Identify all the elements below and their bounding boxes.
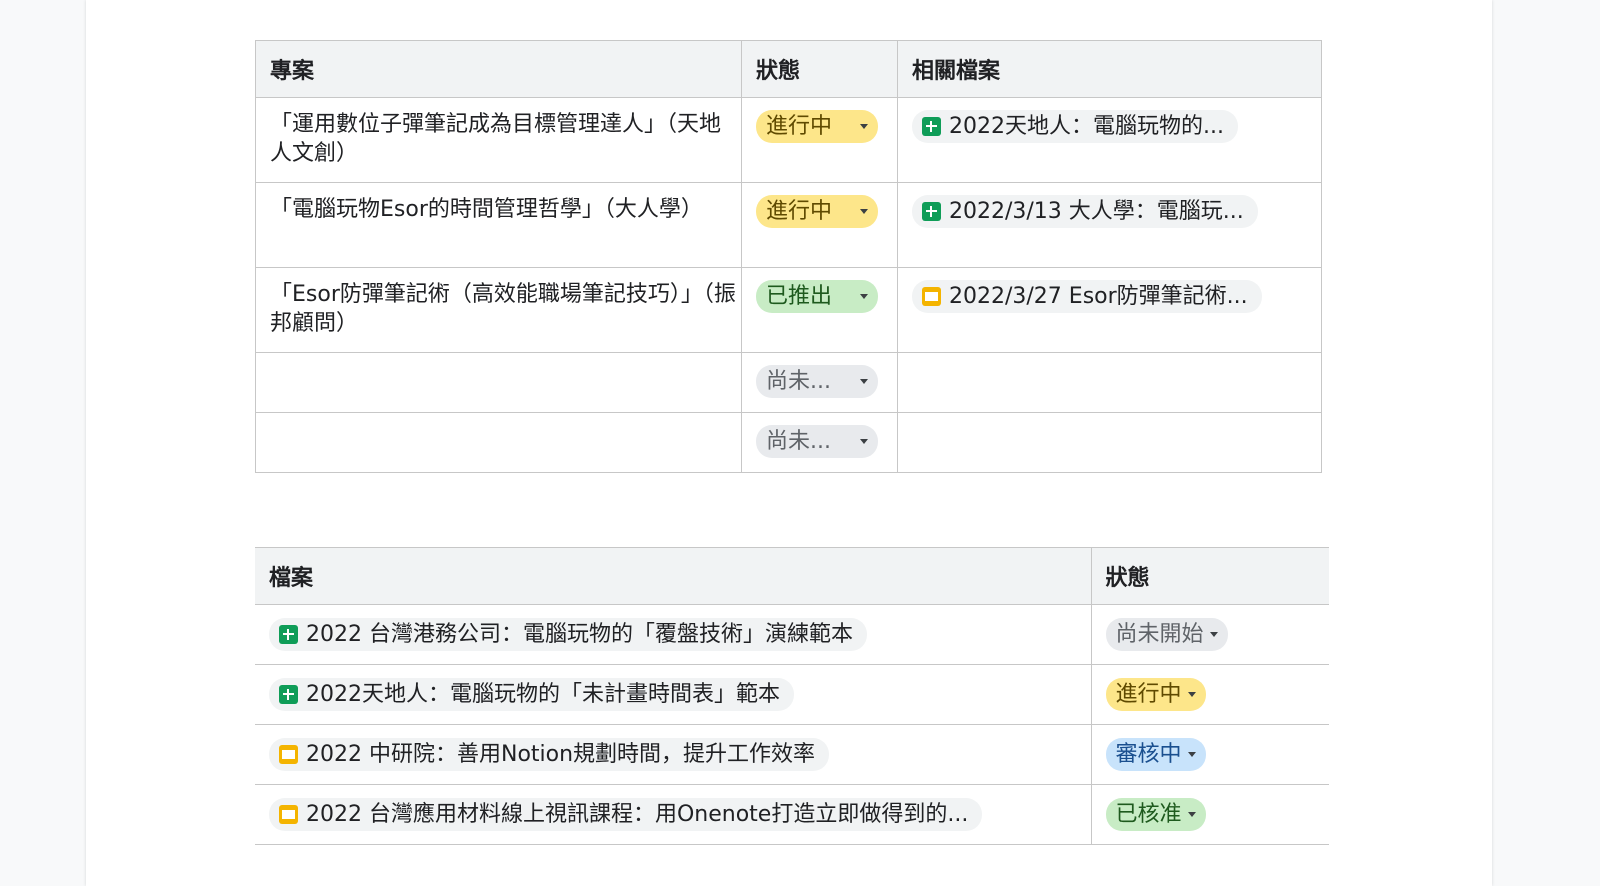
project-cell[interactable]: 「運用數位子彈筆記成為目標管理達人」（天地人文創） <box>255 97 742 183</box>
document-page: 專案 狀態 相關檔案 「運用數位子彈筆記成為目標管理達人」（天地人文創） 進行中… <box>86 0 1492 886</box>
slides-icon <box>279 805 298 824</box>
status-label: 已推出 <box>766 284 833 309</box>
file-link-chip[interactable]: 2022/3/13 大人學：電腦玩... <box>912 195 1258 228</box>
file-cell[interactable] <box>897 412 1322 473</box>
status-cell: 尚未... <box>741 412 898 473</box>
status-label: 進行中 <box>1115 682 1182 707</box>
chevron-down-icon <box>860 379 868 384</box>
table-row: 2022天地人：電腦玩物的「未計畫時間表」範本 進行中 <box>255 664 1329 725</box>
chevron-down-icon <box>860 294 868 299</box>
file-cell[interactable] <box>897 352 1322 413</box>
status-cell: 已核准 <box>1091 784 1329 845</box>
table-row: 「運用數位子彈筆記成為目標管理達人」（天地人文創） 進行中 2022天地人：電腦… <box>255 97 1322 183</box>
status-label: 尚未... <box>766 369 831 394</box>
table-row: 2022 台灣應用材料線上視訊課程：用Onenote打造立即做得到的... 已核… <box>255 784 1329 845</box>
chevron-down-icon <box>860 439 868 444</box>
status-dropdown[interactable]: 尚未開始 <box>1105 618 1228 651</box>
table-header-row: 專案 狀態 相關檔案 <box>255 40 1322 98</box>
table-row: 2022 台灣港務公司：電腦玩物的「覆盤技術」演練範本 尚未開始 <box>255 604 1329 665</box>
file-name: 2022天地人：電腦玩物的... <box>949 114 1224 139</box>
project-cell[interactable]: 「Esor防彈筆記術（高效能職場筆記技巧）」（振邦顧問） <box>255 267 742 353</box>
status-dropdown[interactable]: 進行中 <box>756 195 878 228</box>
files-table: 檔案 狀態 2022 台灣港務公司：電腦玩物的「覆盤技術」演練範本 尚未開始 2… <box>255 547 1329 845</box>
project-cell[interactable] <box>255 412 742 473</box>
status-cell: 尚未開始 <box>1091 604 1329 665</box>
file-link-chip[interactable]: 2022 台灣應用材料線上視訊課程：用Onenote打造立即做得到的... <box>269 798 983 831</box>
file-cell: 2022 台灣港務公司：電腦玩物的「覆盤技術」演練範本 <box>255 604 1092 665</box>
project-name: 「運用數位子彈筆記成為目標管理達人」（天地人文創） <box>270 112 722 166</box>
header-related-files: 相關檔案 <box>897 40 1322 98</box>
status-cell: 進行中 <box>1091 664 1329 725</box>
file-link-chip[interactable]: 2022天地人：電腦玩物的「未計畫時間表」範本 <box>269 678 794 711</box>
header-file: 檔案 <box>255 547 1092 605</box>
status-label: 尚未... <box>766 429 831 454</box>
header-project: 專案 <box>255 40 742 98</box>
file-cell: 2022/3/27 Esor防彈筆記術... <box>897 267 1322 353</box>
table-row: 尚未... <box>255 412 1322 473</box>
project-cell[interactable]: 「電腦玩物Esor的時間管理哲學」（大人學） <box>255 182 742 268</box>
file-cell: 2022 中研院：善用Notion規劃時間，提升工作效率 <box>255 724 1092 785</box>
file-link-chip[interactable]: 2022 台灣港務公司：電腦玩物的「覆盤技術」演練範本 <box>269 618 867 651</box>
file-name: 2022 中研院：善用Notion規劃時間，提升工作效率 <box>306 742 816 767</box>
file-name: 2022 台灣港務公司：電腦玩物的「覆盤技術」演練範本 <box>306 622 853 647</box>
status-dropdown[interactable]: 已核准 <box>1105 798 1206 831</box>
chevron-down-icon <box>1187 812 1196 817</box>
file-cell: 2022 台灣應用材料線上視訊課程：用Onenote打造立即做得到的... <box>255 784 1092 845</box>
status-cell: 已推出 <box>741 267 898 353</box>
file-link-chip[interactable]: 2022/3/27 Esor防彈筆記術... <box>912 280 1262 313</box>
file-link-chip[interactable]: 2022 中研院：善用Notion規劃時間，提升工作效率 <box>269 738 830 771</box>
status-dropdown[interactable]: 進行中 <box>1105 678 1206 711</box>
status-label: 進行中 <box>766 114 833 139</box>
table-row: 2022 中研院：善用Notion規劃時間，提升工作效率 審核中 <box>255 724 1329 785</box>
file-name: 2022天地人：電腦玩物的「未計畫時間表」範本 <box>306 682 780 707</box>
file-name: 2022/3/13 大人學：電腦玩... <box>949 199 1244 224</box>
header-status: 狀態 <box>741 40 898 98</box>
file-name: 2022 台灣應用材料線上視訊課程：用Onenote打造立即做得到的... <box>306 802 969 827</box>
file-cell: 2022/3/13 大人學：電腦玩... <box>897 182 1322 268</box>
chevron-down-icon <box>1209 632 1218 637</box>
project-name: 「電腦玩物Esor的時間管理哲學」（大人學） <box>270 197 703 222</box>
sheets-icon <box>279 685 298 704</box>
sheets-icon <box>922 202 941 221</box>
header-status: 狀態 <box>1091 547 1329 605</box>
status-label: 尚未開始 <box>1115 622 1204 647</box>
slides-icon <box>279 745 298 764</box>
file-cell: 2022天地人：電腦玩物的... <box>897 97 1322 183</box>
projects-table: 專案 狀態 相關檔案 「運用數位子彈筆記成為目標管理達人」（天地人文創） 進行中… <box>255 40 1322 473</box>
status-label: 進行中 <box>766 199 833 224</box>
status-dropdown[interactable]: 尚未... <box>756 425 878 458</box>
table-row: 「Esor防彈筆記術（高效能職場筆記技巧）」（振邦顧問） 已推出 2022/3/… <box>255 267 1322 353</box>
project-cell[interactable] <box>255 352 742 413</box>
file-link-chip[interactable]: 2022天地人：電腦玩物的... <box>912 110 1238 143</box>
chevron-down-icon <box>1187 752 1196 757</box>
status-cell: 審核中 <box>1091 724 1329 785</box>
chevron-down-icon <box>860 209 868 214</box>
chevron-down-icon <box>860 124 868 129</box>
table-header-row: 檔案 狀態 <box>255 547 1329 605</box>
file-name: 2022/3/27 Esor防彈筆記術... <box>949 284 1248 309</box>
sheets-icon <box>279 625 298 644</box>
sheets-icon <box>922 117 941 136</box>
status-label: 審核中 <box>1115 742 1182 767</box>
status-dropdown[interactable]: 進行中 <box>756 110 878 143</box>
status-cell: 尚未... <box>741 352 898 413</box>
status-cell: 進行中 <box>741 182 898 268</box>
status-label: 已核准 <box>1115 802 1182 827</box>
chevron-down-icon <box>1187 692 1196 697</box>
project-name: 「Esor防彈筆記術（高效能職場筆記技巧）」（振邦顧問） <box>270 282 736 336</box>
table-row: 「電腦玩物Esor的時間管理哲學」（大人學） 進行中 2022/3/13 大人學… <box>255 182 1322 268</box>
status-cell: 進行中 <box>741 97 898 183</box>
table-row: 尚未... <box>255 352 1322 413</box>
status-dropdown[interactable]: 尚未... <box>756 365 878 398</box>
file-cell: 2022天地人：電腦玩物的「未計畫時間表」範本 <box>255 664 1092 725</box>
status-dropdown[interactable]: 審核中 <box>1105 738 1206 771</box>
slides-icon <box>922 287 941 306</box>
status-dropdown[interactable]: 已推出 <box>756 280 878 313</box>
